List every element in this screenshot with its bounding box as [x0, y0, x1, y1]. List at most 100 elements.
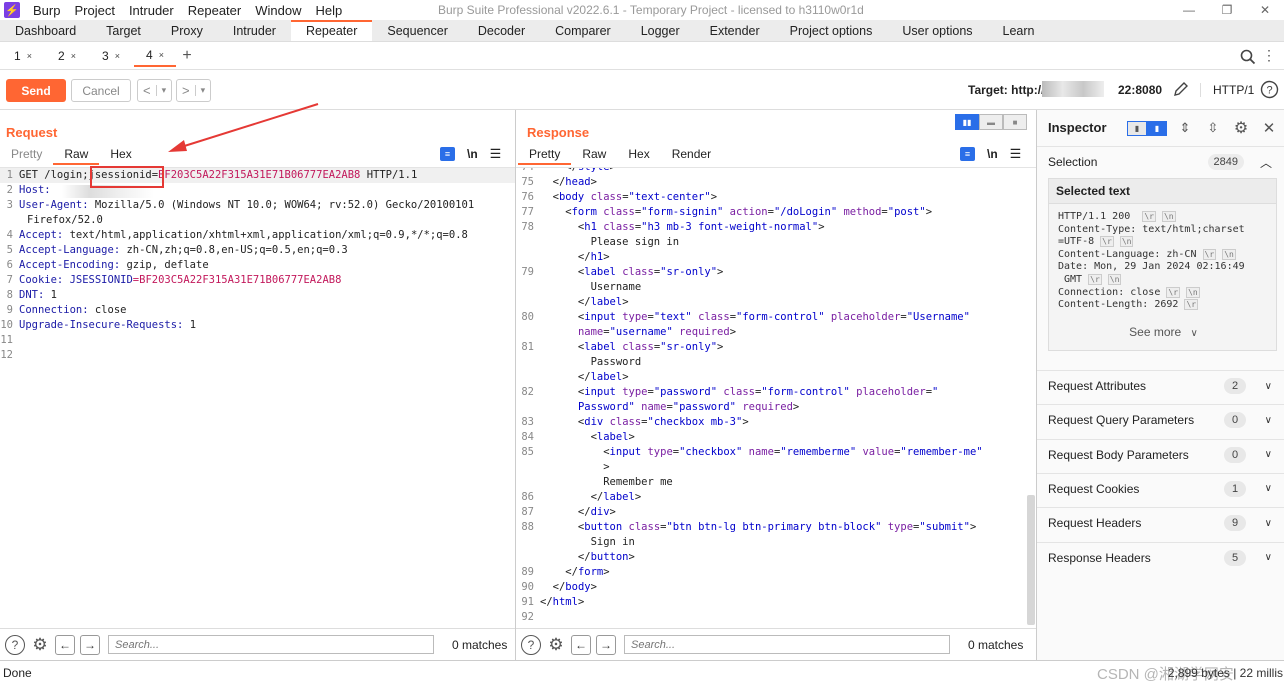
tab-repeater[interactable]: Repeater: [290, 20, 373, 41]
inspector-section-request-cookies[interactable]: Request Cookies 1 ∨: [1037, 477, 1284, 501]
settings-gear-icon[interactable]: ⚙: [30, 635, 50, 655]
tab-decoder[interactable]: Decoder: [463, 20, 540, 41]
close-tab-icon[interactable]: ×: [159, 50, 164, 60]
close-inspector-icon[interactable]: ✕: [1259, 119, 1279, 137]
restore-icon[interactable]: ❐: [1208, 0, 1246, 20]
inspector-section-request-query-parameters[interactable]: Request Query Parameters 0 ∨: [1037, 408, 1284, 432]
chevron-down-icon[interactable]: ∨: [1265, 449, 1272, 460]
inspector-section-request-body-parameters[interactable]: Request Body Parameters 0 ∨: [1037, 443, 1284, 467]
send-button[interactable]: Send: [6, 79, 66, 102]
menu-item-intruder[interactable]: Intruder: [122, 3, 181, 18]
inspector-layout-right-icon[interactable]: ▮: [1147, 120, 1167, 136]
tab-learn[interactable]: Learn: [988, 20, 1050, 41]
prev-match-arrow-icon[interactable]: ←: [571, 634, 591, 655]
chevron-up-icon[interactable]: ︿: [1260, 154, 1272, 171]
tab-extender[interactable]: Extender: [695, 20, 775, 41]
menu-item-help[interactable]: Help: [308, 3, 349, 18]
search-icon[interactable]: [1240, 49, 1256, 68]
response-scrollbar[interactable]: [1027, 495, 1035, 625]
response-editor[interactable]: 74 </style> 75 </head> 76 <body class="tex…: [516, 167, 1036, 628]
collapse-all-icon[interactable]: ⇳: [1203, 120, 1223, 136]
tab-hex[interactable]: Hex: [99, 146, 142, 165]
inspector-settings-icon[interactable]: ⚙: [1231, 118, 1251, 138]
selection-section[interactable]: Selection 2849 ︿: [1037, 152, 1284, 172]
code-token: "form-signin": [641, 206, 730, 218]
layout-top-bottom-icon[interactable]: ▬: [979, 114, 1003, 130]
wrap-lines-icon[interactable]: ≡: [960, 147, 975, 161]
help-icon[interactable]: ?: [521, 634, 541, 655]
forward-button[interactable]: > ▾: [176, 79, 212, 102]
response-search-input[interactable]: [624, 635, 950, 654]
code-token: Password: [540, 356, 642, 368]
chevron-down-icon[interactable]: ∨: [1265, 552, 1272, 563]
inspector-section-response-headers[interactable]: Response Headers 5 ∨: [1037, 546, 1284, 570]
tab-user-options[interactable]: User options: [887, 20, 987, 41]
tab-proxy[interactable]: Proxy: [156, 20, 218, 41]
cancel-button[interactable]: Cancel: [71, 79, 131, 102]
prev-match-arrow-icon[interactable]: ←: [55, 634, 75, 655]
chevron-down-icon[interactable]: ∨: [1265, 483, 1272, 494]
see-more-button[interactable]: See more ∨: [1049, 325, 1278, 339]
tab-sequencer[interactable]: Sequencer: [372, 20, 462, 41]
layout-tabs-icon[interactable]: ■: [1003, 114, 1027, 130]
wrap-lines-icon[interactable]: ≡: [440, 147, 455, 161]
show-newlines-icon[interactable]: \n: [987, 147, 998, 161]
tab-target[interactable]: Target: [91, 20, 156, 41]
layout-side-by-side-icon[interactable]: ▮▮: [955, 114, 979, 130]
edit-target-pencil-icon[interactable]: [1172, 80, 1190, 101]
request-search-input[interactable]: [108, 635, 434, 654]
line-number: 3: [6, 199, 13, 211]
code-token: gzip, deflate: [126, 259, 209, 271]
inspector-section-request-headers[interactable]: Request Headers 9 ∨: [1037, 511, 1284, 535]
request-editor[interactable]: 1 GET /login;jsessionid=BF203C5A22F315A31…: [0, 167, 515, 628]
tab-comparer[interactable]: Comparer: [540, 20, 626, 41]
tab-logger[interactable]: Logger: [626, 20, 695, 41]
tab-intruder[interactable]: Intruder: [218, 20, 291, 41]
chevron-down-icon[interactable]: ∨: [1265, 518, 1272, 529]
repeater-tab[interactable]: 3 ×: [90, 45, 132, 67]
menu-item-repeater[interactable]: Repeater: [181, 3, 248, 18]
repeater-tab[interactable]: 2 ×: [46, 45, 88, 67]
help-icon[interactable]: ?: [1260, 80, 1279, 102]
tab-pretty[interactable]: Pretty: [0, 146, 53, 165]
editor-menu-icon[interactable]: ☰: [490, 146, 502, 162]
code-token: </: [540, 251, 591, 263]
back-dropdown-icon[interactable]: ▾: [155, 85, 172, 96]
menu-item-burp[interactable]: Burp: [26, 3, 67, 18]
back-button[interactable]: < ▾: [137, 79, 173, 102]
minimize-icon[interactable]: —: [1170, 0, 1208, 20]
forward-dropdown-icon[interactable]: ▾: [194, 85, 211, 96]
chevron-down-icon[interactable]: ∨: [1265, 381, 1272, 392]
menu-item-window[interactable]: Window: [248, 3, 308, 18]
tab-project-options[interactable]: Project options: [775, 20, 888, 41]
close-window-icon[interactable]: ✕: [1246, 0, 1284, 20]
expand-all-icon[interactable]: ⇕: [1175, 120, 1195, 136]
new-tab-button[interactable]: +: [176, 47, 198, 65]
repeater-tab[interactable]: 1 ×: [2, 45, 44, 67]
tab-dashboard[interactable]: Dashboard: [0, 20, 91, 41]
tab-render[interactable]: Render: [661, 146, 722, 165]
code-token: label: [590, 296, 623, 308]
chevron-down-icon[interactable]: ∨: [1265, 415, 1272, 426]
close-tab-icon[interactable]: ×: [71, 51, 76, 61]
tab-hex[interactable]: Hex: [617, 146, 660, 165]
close-tab-icon[interactable]: ×: [27, 51, 32, 61]
tab-pretty[interactable]: Pretty: [518, 146, 572, 165]
inspector-layout-toggle: ▮ ▮: [1127, 120, 1167, 136]
inspector-section-request-attributes[interactable]: Request Attributes 2 ∨: [1037, 374, 1284, 398]
tab-raw[interactable]: Raw: [53, 146, 100, 165]
help-icon[interactable]: ?: [5, 634, 25, 655]
editor-menu-icon[interactable]: ☰: [1010, 146, 1022, 162]
next-match-arrow-icon[interactable]: →: [80, 634, 100, 655]
tab-raw[interactable]: Raw: [571, 146, 617, 165]
selected-text-content[interactable]: HTTP/1.1 200 \r \n Content-Type: text/htm…: [1049, 204, 1276, 319]
more-vertical-icon[interactable]: ⋮: [1262, 47, 1276, 64]
inspector-layout-left-icon[interactable]: ▮: [1127, 120, 1147, 136]
menu-item-project[interactable]: Project: [67, 3, 121, 18]
settings-gear-icon[interactable]: ⚙: [546, 635, 566, 655]
next-match-arrow-icon[interactable]: →: [596, 634, 616, 655]
show-newlines-icon[interactable]: \n: [467, 147, 478, 161]
http-version[interactable]: HTTP/1: [1200, 83, 1254, 97]
close-tab-icon[interactable]: ×: [115, 51, 120, 61]
repeater-tab[interactable]: 4 ×: [134, 45, 176, 67]
